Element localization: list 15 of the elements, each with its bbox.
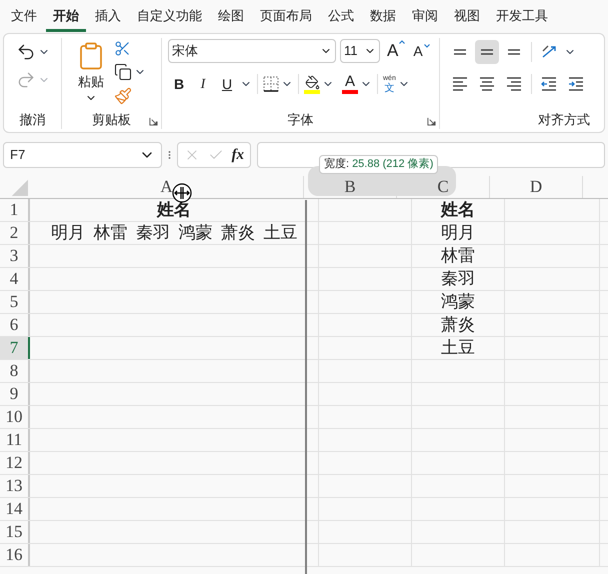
tooltip-label: 宽度: bbox=[324, 156, 350, 172]
cell-text: 明月 林雷 秦羽 鸿蒙 萧炎 土豆 bbox=[50, 222, 298, 244]
cell-text: 秦羽 bbox=[441, 268, 475, 290]
group-label: 字体 bbox=[288, 110, 314, 128]
cell-text: 林雷 bbox=[441, 245, 475, 268]
cell-text: 土豆 bbox=[441, 337, 475, 360]
group-label: 对齐方式 bbox=[538, 110, 590, 128]
cell-text: 明月 bbox=[441, 222, 475, 244]
cell-text: 姓名 bbox=[441, 199, 475, 222]
group-label: 剪贴板 bbox=[92, 110, 131, 128]
tooltip-value: 25.88 (212 像素) bbox=[352, 156, 434, 172]
cell-text: 鸿蒙 bbox=[441, 291, 475, 314]
cell-text: 姓名 bbox=[157, 199, 191, 222]
group-label: 撤消 bbox=[20, 110, 46, 128]
cell-text: 萧炎 bbox=[441, 314, 475, 336]
